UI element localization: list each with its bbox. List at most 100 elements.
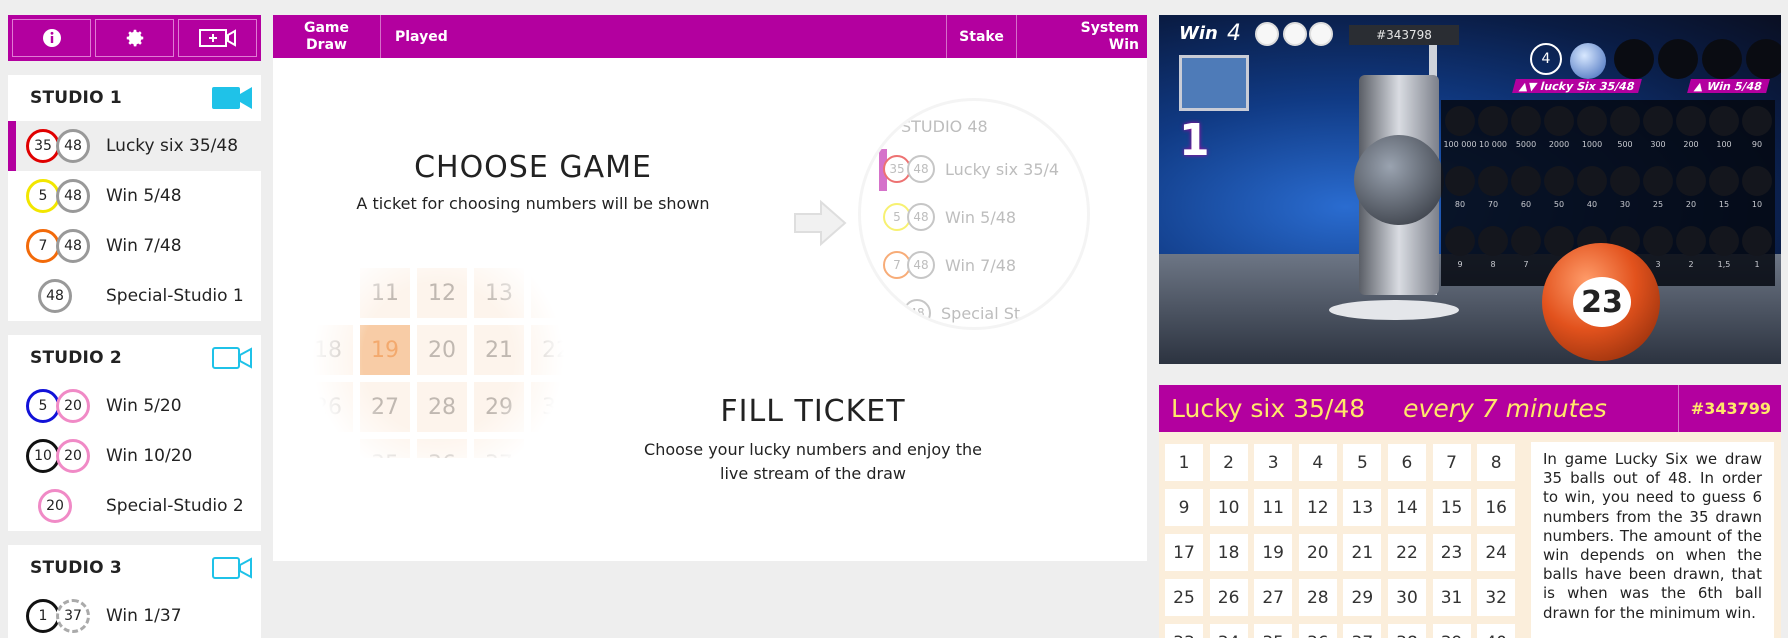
number-cell[interactable]: 24 bbox=[1477, 534, 1516, 571]
game-balls: 20 bbox=[26, 489, 106, 523]
ticket-grid-cell: 11 bbox=[360, 268, 410, 318]
number-cell[interactable]: 13 bbox=[1343, 489, 1382, 526]
number-cell[interactable]: 14 bbox=[1387, 489, 1426, 526]
number-cell[interactable]: 39 bbox=[1432, 624, 1471, 638]
game-item[interactable]: 7 48 Win 7/48 bbox=[8, 221, 261, 271]
drawing-globe bbox=[1354, 135, 1444, 225]
game-item[interactable]: 1 37 Win 1/37 bbox=[8, 591, 261, 638]
number-cell[interactable]: 40 bbox=[1477, 624, 1516, 638]
game-rules-text: In game Lucky Six we draw 35 balls out o… bbox=[1531, 442, 1774, 638]
ball-badge: 20 bbox=[56, 389, 90, 423]
game-item[interactable]: 48 Special-Studio 1 bbox=[8, 271, 261, 321]
video-camera-icon[interactable] bbox=[211, 345, 253, 371]
ball-badge: 48 bbox=[907, 203, 935, 231]
game-item[interactable]: 5 20 Win 5/20 bbox=[8, 381, 261, 431]
ball-badge: 48 bbox=[56, 129, 90, 163]
number-cell[interactable]: 8 bbox=[1477, 444, 1516, 481]
magnifier-game-name: Win 7/48 bbox=[945, 255, 1017, 275]
number-cell[interactable]: 12 bbox=[1298, 489, 1337, 526]
game-item[interactable]: 20 Special-Studio 2 bbox=[8, 481, 261, 531]
number-cell[interactable]: 18 bbox=[1209, 534, 1248, 571]
studio-header: STUDIO 1 bbox=[8, 75, 261, 121]
info-button[interactable] bbox=[12, 19, 91, 57]
payout-ball-slot bbox=[1742, 166, 1772, 196]
next-draw-id: #343799 bbox=[1677, 385, 1781, 432]
number-cell[interactable]: 16 bbox=[1477, 489, 1516, 526]
magnifier-game-name: Special St bbox=[941, 303, 1021, 323]
number-cell[interactable]: 27 bbox=[1254, 579, 1293, 616]
number-cell[interactable]: 23 bbox=[1432, 534, 1471, 571]
number-cell[interactable]: 34 bbox=[1209, 624, 1248, 638]
payout-ball-slot bbox=[1445, 226, 1475, 256]
number-cell[interactable]: 29 bbox=[1343, 579, 1382, 616]
number-cell[interactable]: 15 bbox=[1432, 489, 1471, 526]
ball-badge: 48 bbox=[903, 299, 931, 327]
number-cell[interactable]: 37 bbox=[1343, 624, 1382, 638]
drawn-ball-first: 4 bbox=[1530, 43, 1562, 75]
ticket-grid-cell: 30 bbox=[531, 382, 573, 432]
ticket-grid-cell: 19 bbox=[360, 325, 410, 375]
ball-slot bbox=[1702, 39, 1742, 79]
number-cell[interactable]: 33 bbox=[1165, 624, 1203, 638]
game-item[interactable]: 5 48 Win 5/48 bbox=[8, 171, 261, 221]
fill-ticket-title: FILL TICKET bbox=[720, 394, 906, 429]
clock-icon bbox=[1283, 22, 1307, 46]
payout-ball-slot bbox=[1577, 106, 1607, 136]
ball-badge: 35 bbox=[26, 129, 60, 163]
number-cell[interactable]: 5 bbox=[1343, 444, 1382, 481]
magnifier-row: 7 48 Win 7/48 bbox=[883, 251, 1016, 279]
game-name: Win 1/37 bbox=[106, 606, 182, 626]
ticket-grid-cell: 12 bbox=[417, 268, 467, 318]
number-cell[interactable]: 36 bbox=[1298, 624, 1337, 638]
number-cell[interactable]: 3 bbox=[1254, 444, 1293, 481]
number-cell[interactable]: 7 bbox=[1432, 444, 1471, 481]
number-cell[interactable]: 30 bbox=[1387, 579, 1426, 616]
number-cell[interactable]: 2 bbox=[1209, 444, 1248, 481]
settings-button[interactable] bbox=[95, 19, 174, 57]
live-stream-video[interactable]: Win 4 #343798 1 4 ▲▼ lucky Six 35/48 ▲ W… bbox=[1159, 15, 1781, 364]
number-cell[interactable]: 17 bbox=[1165, 534, 1203, 571]
video-logo-number: 4 bbox=[1227, 21, 1241, 46]
studio-title: STUDIO 3 bbox=[30, 558, 122, 578]
payout-ball-slot bbox=[1676, 166, 1706, 196]
video-camera-icon[interactable] bbox=[211, 555, 253, 581]
number-cell[interactable]: 38 bbox=[1387, 624, 1426, 638]
number-cell[interactable]: 11 bbox=[1254, 489, 1293, 526]
payout-ball-slot bbox=[1676, 226, 1706, 256]
number-cell[interactable]: 19 bbox=[1254, 534, 1293, 571]
number-cell[interactable]: 26 bbox=[1209, 579, 1248, 616]
payout-ball-slot bbox=[1577, 166, 1607, 196]
game-item[interactable]: 10 20 Win 10/20 bbox=[8, 431, 261, 481]
number-cell[interactable]: 22 bbox=[1387, 534, 1426, 571]
video-draw-id: #343798 bbox=[1349, 25, 1459, 45]
number-cell[interactable]: 25 bbox=[1165, 579, 1203, 616]
number-cell[interactable]: 32 bbox=[1477, 579, 1516, 616]
payout-ball-slot bbox=[1709, 166, 1739, 196]
payout-label: 10 bbox=[1751, 200, 1763, 209]
payout-ball-slot bbox=[1478, 226, 1508, 256]
number-cell[interactable]: 21 bbox=[1343, 534, 1382, 571]
ticket-grid-cell: 13 bbox=[474, 268, 524, 318]
number-cell[interactable]: 10 bbox=[1209, 489, 1248, 526]
game-name: Win 10/20 bbox=[106, 446, 193, 466]
number-cell[interactable]: 9 bbox=[1165, 489, 1203, 526]
number-cell[interactable]: 31 bbox=[1432, 579, 1471, 616]
add-video-button[interactable] bbox=[178, 19, 257, 57]
game-item[interactable]: 35 48 Lucky six 35/48 bbox=[8, 121, 261, 171]
ball-badge: 1 bbox=[26, 599, 60, 633]
game-name: Win 5/20 bbox=[106, 396, 182, 416]
number-cell[interactable]: 6 bbox=[1387, 444, 1426, 481]
number-cell[interactable]: 28 bbox=[1298, 579, 1337, 616]
number-cell[interactable]: 20 bbox=[1298, 534, 1337, 571]
payout-ball-slot bbox=[1478, 106, 1508, 136]
video-tag-win: ▲ Win 5/48 bbox=[1687, 79, 1770, 93]
ticket-grid-cell: 28 bbox=[417, 382, 467, 432]
number-cell[interactable]: 35 bbox=[1254, 624, 1293, 638]
clock-icon bbox=[1309, 22, 1333, 46]
column-system-win-line1: System bbox=[1080, 19, 1139, 36]
ball-slot bbox=[1614, 39, 1654, 79]
studio-2-group: STUDIO 2 5 20 Win 5/20 10 20 Win 10/20 20 Specia… bbox=[8, 335, 261, 531]
number-cell[interactable]: 1 bbox=[1165, 444, 1203, 481]
number-cell[interactable]: 4 bbox=[1298, 444, 1337, 481]
video-camera-icon[interactable] bbox=[211, 85, 253, 111]
